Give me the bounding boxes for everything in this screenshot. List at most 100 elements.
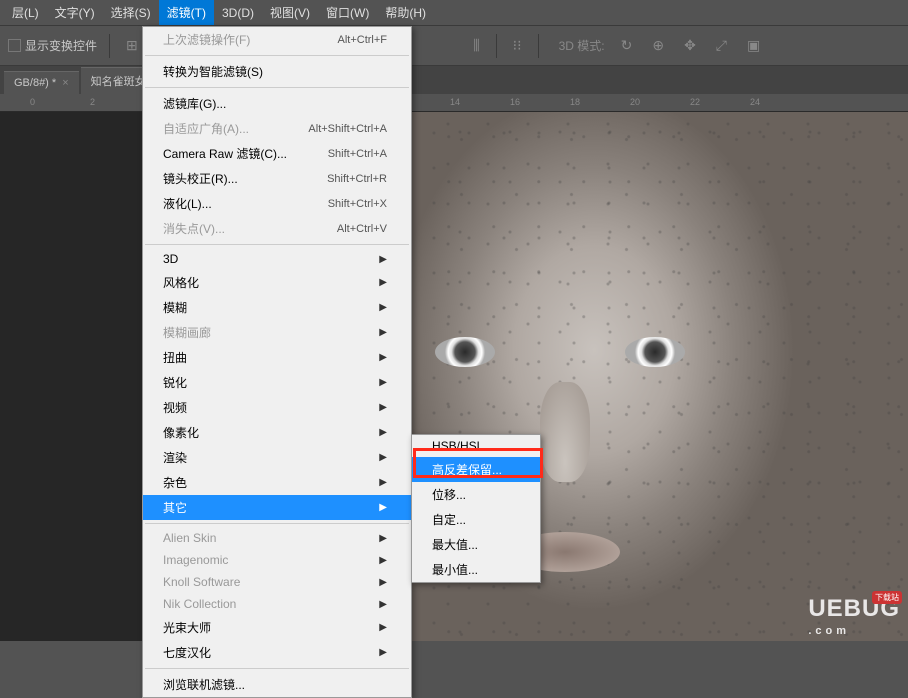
orbit-icon[interactable]: ↻ xyxy=(617,37,637,54)
filter-menu-item[interactable]: 3D▶ xyxy=(143,248,411,270)
filter-dropdown: 上次滤镜操作(F)Alt+Ctrl+F 转换为智能滤镜(S) 滤镜库(G)... 自适… xyxy=(142,26,412,698)
ruler-tick: 24 xyxy=(750,97,760,107)
chevron-right-icon: ▶ xyxy=(379,577,387,588)
chevron-right-icon: ▶ xyxy=(379,377,387,388)
menu-help[interactable]: 帮助(H) xyxy=(377,0,434,25)
menu-filter[interactable]: 滤镜(T) xyxy=(159,0,214,25)
menu-window[interactable]: 窗口(W) xyxy=(318,0,377,25)
menu-item-label: Imagenomic xyxy=(163,553,228,567)
ruler-tick: 14 xyxy=(450,97,460,107)
menu-item-label: 转换为智能滤镜(S) xyxy=(163,63,263,80)
scale-icon[interactable]: ⤢ xyxy=(712,37,731,54)
chevron-right-icon: ▶ xyxy=(379,477,387,488)
menu-item-label: 3D xyxy=(163,252,178,266)
align-icon[interactable]: ⊞ xyxy=(122,37,142,54)
filter-menu-item[interactable]: 渲染 ▶ xyxy=(143,445,411,470)
tab-label: GB/8#) * xyxy=(14,77,56,89)
submenu-item[interactable]: HSB/HSL xyxy=(412,435,540,457)
submenu-item[interactable]: 自定... xyxy=(412,507,540,532)
camera-icon[interactable]: ▣ xyxy=(743,37,764,54)
chevron-right-icon: ▶ xyxy=(379,352,387,363)
filter-menu-item[interactable]: 像素化▶ xyxy=(143,420,411,445)
ruler-tick: 16 xyxy=(510,97,520,107)
menu-item-label: 上次滤镜操作(F) xyxy=(163,31,250,48)
menu-select[interactable]: 选择(S) xyxy=(103,0,159,25)
filter-menu-item[interactable]: 镜头校正(R)...Shift+Ctrl+R xyxy=(143,166,411,191)
submenu-item-label: 高反差保留... xyxy=(432,461,502,478)
chevron-right-icon: ▶ xyxy=(379,599,387,610)
menu-layer[interactable]: 层(L) xyxy=(4,0,47,25)
chevron-right-icon: ▶ xyxy=(379,622,387,633)
filter-menu-item[interactable]: 杂色▶ xyxy=(143,470,411,495)
filter-menu-item[interactable]: 模糊▶ xyxy=(143,295,411,320)
submenu-item[interactable]: 最小值... xyxy=(412,557,540,582)
menu-shortcut: Shift+Ctrl+X xyxy=(328,198,387,210)
menu-item-label: 像素化 xyxy=(163,424,199,441)
watermark: 下载站 UEBUG .com xyxy=(808,595,900,637)
chevron-right-icon: ▶ xyxy=(379,502,387,513)
chevron-right-icon: ▶ xyxy=(379,452,387,463)
filter-menu-item[interactable]: 滤镜库(G)... xyxy=(143,91,411,116)
face-nose xyxy=(540,382,590,482)
filter-menu-item: Knoll Software▶ xyxy=(143,571,411,593)
chevron-right-icon: ▶ xyxy=(379,555,387,566)
filter-menu-item[interactable]: 浏览联机滤镜... xyxy=(143,672,411,697)
options-bar: 显示变换控件 ⊞ ⊟ ⊡ ⫼ ⁝⁝ 3D 模式: ↻ ⊕ ✥ ⤢ ▣ xyxy=(0,26,908,66)
filter-menu-item[interactable]: 其它 ▶ xyxy=(143,495,411,520)
document-tab[interactable]: GB/8#) * × xyxy=(4,71,79,94)
menu-item-label: 液化(L)... xyxy=(163,195,212,212)
menu-item-label: 消失点(V)... xyxy=(163,220,225,237)
distribute-icon[interactable]: ⁝⁝ xyxy=(509,37,526,54)
menu-item-label: 扭曲 xyxy=(163,349,187,366)
ruler-tick: 2 xyxy=(90,97,95,107)
filter-menu-item: 模糊画廊▶ xyxy=(143,320,411,345)
menu-item-label: 其它 xyxy=(163,499,187,516)
menu-item-label: Nik Collection xyxy=(163,597,236,611)
chevron-right-icon: ▶ xyxy=(379,277,387,288)
chevron-right-icon: ▶ xyxy=(379,327,387,338)
filter-menu-item[interactable]: 转换为智能滤镜(S) xyxy=(143,59,411,84)
filter-menu-item[interactable]: 扭曲 ▶ xyxy=(143,345,411,370)
face-eye xyxy=(625,337,685,367)
filter-menu-item: 上次滤镜操作(F)Alt+Ctrl+F xyxy=(143,27,411,52)
menu-type[interactable]: 文字(Y) xyxy=(47,0,103,25)
document-tabs: GB/8#) * × 知名雀斑女 xyxy=(0,66,908,94)
submenu-item-label: 最小值... xyxy=(432,561,478,578)
menu-item-label: 光束大师 xyxy=(163,619,211,636)
filter-menu-item: Nik Collection ▶ xyxy=(143,593,411,615)
menu-item-label: 视频 xyxy=(163,399,187,416)
chevron-right-icon: ▶ xyxy=(379,533,387,544)
menu-view[interactable]: 视图(V) xyxy=(262,0,318,25)
menu-item-label: 镜头校正(R)... xyxy=(163,170,238,187)
filter-menu-item[interactable]: 锐化▶ xyxy=(143,370,411,395)
submenu-item-label: HSB/HSL xyxy=(432,439,483,453)
show-transform-controls[interactable]: 显示变换控件 xyxy=(8,37,97,54)
menu-item-label: 自适应广角(A)... xyxy=(163,120,249,137)
ruler-tick: 18 xyxy=(570,97,580,107)
menu-3d[interactable]: 3D(D) xyxy=(214,2,262,24)
menu-item-label: 渲染 xyxy=(163,449,187,466)
close-icon[interactable]: × xyxy=(62,77,68,89)
separator xyxy=(538,34,539,58)
menu-item-label: Camera Raw 滤镜(C)... xyxy=(163,145,287,162)
filter-menu-item[interactable]: Camera Raw 滤镜(C)...Shift+Ctrl+A xyxy=(143,141,411,166)
menu-item-label: 滤镜库(G)... xyxy=(163,95,226,112)
submenu-item[interactable]: 位移... xyxy=(412,482,540,507)
filter-menu-item[interactable]: 液化(L)... Shift+Ctrl+X xyxy=(143,191,411,216)
move-icon[interactable]: ✥ xyxy=(680,37,700,54)
filter-menu-item[interactable]: 七度汉化▶ xyxy=(143,640,411,665)
checkbox-icon[interactable] xyxy=(8,39,21,52)
3d-mode-label: 3D 模式: xyxy=(559,37,605,54)
chevron-right-icon: ▶ xyxy=(379,647,387,658)
submenu-item[interactable]: 高反差保留... xyxy=(412,457,540,482)
menu-separator xyxy=(145,87,409,88)
filter-menu-item[interactable]: 视频▶ xyxy=(143,395,411,420)
submenu-item[interactable]: 最大值... xyxy=(412,532,540,557)
distribute-icon[interactable]: ⫼ xyxy=(469,37,483,54)
pan-icon[interactable]: ⊕ xyxy=(648,37,668,54)
menu-shortcut: Alt+Ctrl+V xyxy=(337,223,387,235)
filter-menu-item[interactable]: 风格化▶ xyxy=(143,270,411,295)
filter-menu-item[interactable]: 光束大师 ▶ xyxy=(143,615,411,640)
filter-menu-item: 自适应广角(A)...Alt+Shift+Ctrl+A xyxy=(143,116,411,141)
menu-separator xyxy=(145,55,409,56)
